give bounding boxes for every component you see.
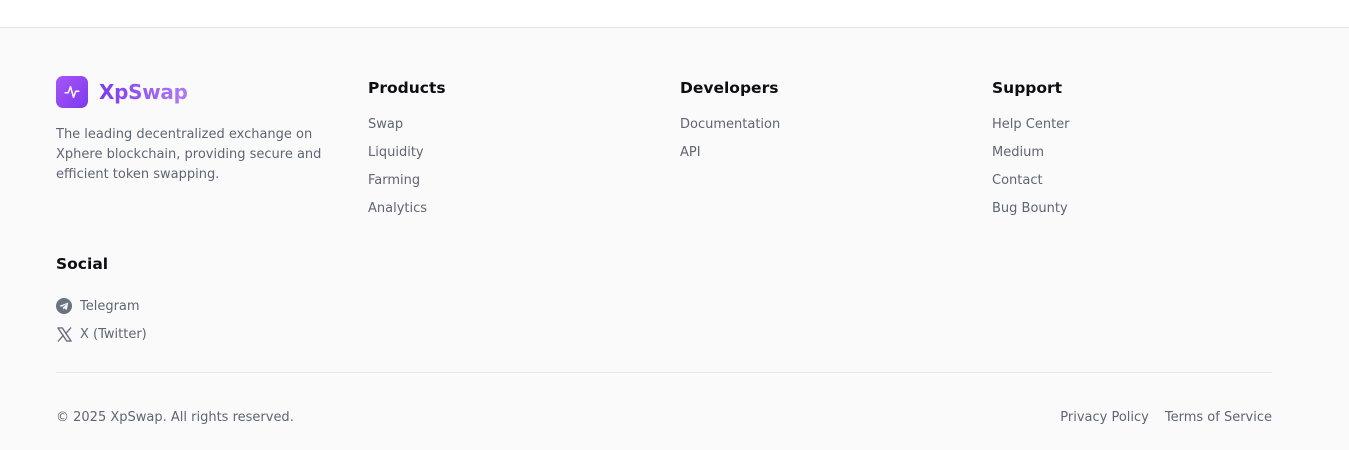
terms-of-service-link[interactable]: Terms of Service xyxy=(1165,409,1272,426)
support-heading: Support xyxy=(992,79,1063,97)
footer-link-liquidity[interactable]: Liquidity xyxy=(368,144,446,172)
footer-link-api[interactable]: API xyxy=(680,144,780,172)
privacy-policy-link[interactable]: Privacy Policy xyxy=(1060,409,1149,426)
footer-link-swap[interactable]: Swap xyxy=(368,116,446,144)
social-label-x-twitter: X (Twitter) xyxy=(80,326,147,342)
products-column: Products Swap Liquidity Farming Analytic… xyxy=(368,78,446,228)
footer-link-medium[interactable]: Medium xyxy=(992,144,1070,172)
social-heading: Social xyxy=(56,255,109,273)
footer-link-bug-bounty[interactable]: Bug Bounty xyxy=(992,200,1070,228)
developers-column: Developers Documentation API xyxy=(680,78,780,172)
telegram-icon xyxy=(56,298,72,315)
top-bar xyxy=(0,0,1349,28)
x-twitter-icon xyxy=(56,326,72,343)
social-section: Social Telegram X (Twitter) xyxy=(56,254,147,348)
footer-brand[interactable]: XpSwap xyxy=(56,76,188,108)
footer-link-analytics[interactable]: Analytics xyxy=(368,200,446,228)
footer-link-farming[interactable]: Farming xyxy=(368,172,446,200)
support-column: Support Help Center Medium Contact Bug B… xyxy=(992,78,1070,228)
developers-heading: Developers xyxy=(680,79,779,97)
footer-divider xyxy=(56,372,1272,373)
brand-tagline: The leading decentralized exchange on Xp… xyxy=(56,127,322,182)
legal-links: Privacy Policy Terms of Service xyxy=(1060,409,1272,426)
social-link-telegram[interactable]: Telegram xyxy=(56,292,147,320)
brand-name: XpSwap xyxy=(99,80,188,104)
footer-link-help-center[interactable]: Help Center xyxy=(992,116,1070,144)
products-heading: Products xyxy=(368,79,446,97)
activity-pulse-icon xyxy=(56,76,88,108)
copyright-text: © 2025 XpSwap. All rights reserved. xyxy=(56,410,294,425)
footer-link-contact[interactable]: Contact xyxy=(992,172,1070,200)
site-footer: XpSwap The leading decentralized exchang… xyxy=(0,28,1349,450)
footer-link-documentation[interactable]: Documentation xyxy=(680,116,780,144)
social-label-telegram: Telegram xyxy=(80,298,140,314)
social-link-x-twitter[interactable]: X (Twitter) xyxy=(56,320,147,348)
